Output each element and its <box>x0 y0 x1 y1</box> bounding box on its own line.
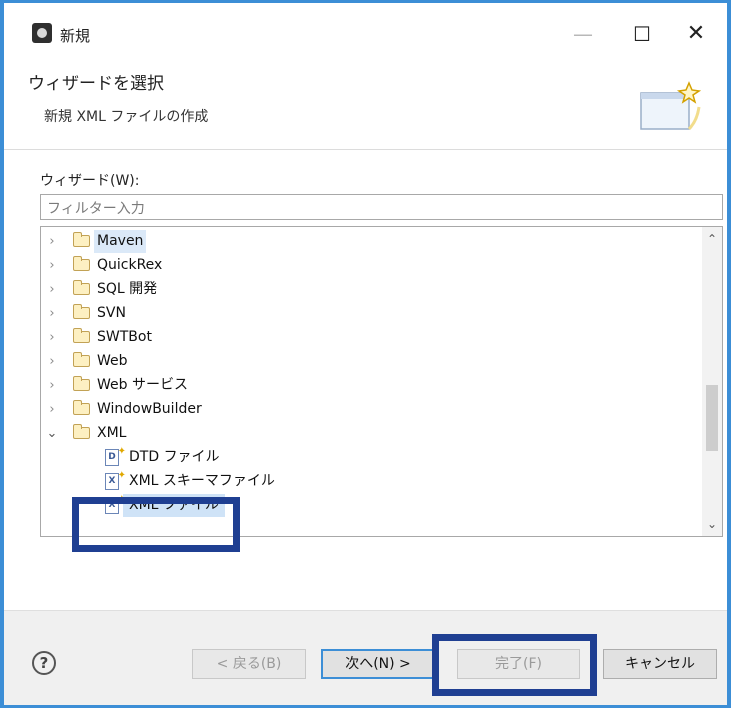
folder-icon <box>73 376 90 391</box>
chevron-right-icon[interactable]: › <box>45 326 59 349</box>
tree-item-label: DTD ファイル <box>129 449 220 465</box>
chevron-right-icon[interactable]: › <box>45 398 59 421</box>
banner-description: 新規 XML ファイルの作成 <box>44 109 209 125</box>
folder-icon <box>73 256 90 271</box>
next-button[interactable]: 次へ(N) > <box>321 649 435 679</box>
wizard-banner: ウィザードを選択 新規 XML ファイルの作成 <box>4 57 727 150</box>
minimize-button[interactable]: — <box>560 17 606 51</box>
tree-item-label: WindowBuilder <box>97 401 202 417</box>
folder-icon <box>73 328 90 343</box>
cancel-button[interactable]: キャンセル <box>603 649 717 679</box>
chevron-right-icon[interactable]: › <box>45 374 59 397</box>
folder-icon <box>73 304 90 319</box>
wizard-tree[interactable]: › Maven › QuickRex › SQL 開発 › SVN › SWTB… <box>40 226 723 537</box>
window-title: 新規 <box>60 27 91 45</box>
title-bar: 新規 — ☐ ✕ <box>4 3 727 57</box>
tree-item-label: SQL 開発 <box>97 281 158 297</box>
scroll-thumb[interactable] <box>706 385 718 451</box>
scroll-up-icon[interactable]: ⌃ <box>702 229 722 249</box>
tree-item-label: XML スキーマファイル <box>129 473 275 489</box>
folder-open-icon <box>73 424 90 439</box>
chevron-right-icon[interactable]: › <box>45 302 59 325</box>
chevron-right-icon[interactable]: › <box>45 350 59 373</box>
chevron-right-icon[interactable]: › <box>45 278 59 301</box>
chevron-right-icon[interactable]: › <box>45 230 59 253</box>
maximize-button[interactable]: ☐ <box>619 17 665 51</box>
xml-schema-file-icon: X <box>105 468 126 490</box>
folder-icon <box>73 352 90 367</box>
chevron-right-icon[interactable]: › <box>45 254 59 277</box>
folder-icon <box>73 400 90 415</box>
button-bar: ? < 戻る(B) 次へ(N) > 完了(F) キャンセル <box>4 610 727 705</box>
folder-icon <box>73 280 90 295</box>
banner-title: ウィザードを選択 <box>28 74 164 94</box>
tree-item-label: SWTBot <box>97 329 152 345</box>
back-button[interactable]: < 戻る(B) <box>192 649 306 679</box>
finish-button-highlight-box <box>432 634 597 696</box>
tree-item-label: SVN <box>97 305 126 321</box>
chevron-down-icon[interactable]: ⌄ <box>45 422 59 445</box>
filter-input[interactable]: フィルター入力 <box>40 194 723 220</box>
tree-item-label: Maven <box>94 230 147 253</box>
wizard-label: ウィザード(W): <box>40 173 140 189</box>
new-wizard-banner-icon <box>640 81 701 131</box>
tree-scrollbar[interactable]: ⌃ ⌄ <box>702 227 722 536</box>
tree-item-label: XML <box>97 425 127 441</box>
tree-item-label: QuickRex <box>97 257 163 273</box>
tree-item-label: Web <box>97 353 128 369</box>
scroll-down-icon[interactable]: ⌄ <box>702 514 722 534</box>
eclipse-app-icon <box>32 23 52 43</box>
folder-icon <box>73 232 90 247</box>
close-button[interactable]: ✕ <box>673 17 719 51</box>
tree-item-label: Web サービス <box>97 377 188 393</box>
dtd-file-icon: D <box>105 444 126 466</box>
xml-file-highlight-box <box>72 497 240 552</box>
help-icon[interactable]: ? <box>32 651 56 675</box>
